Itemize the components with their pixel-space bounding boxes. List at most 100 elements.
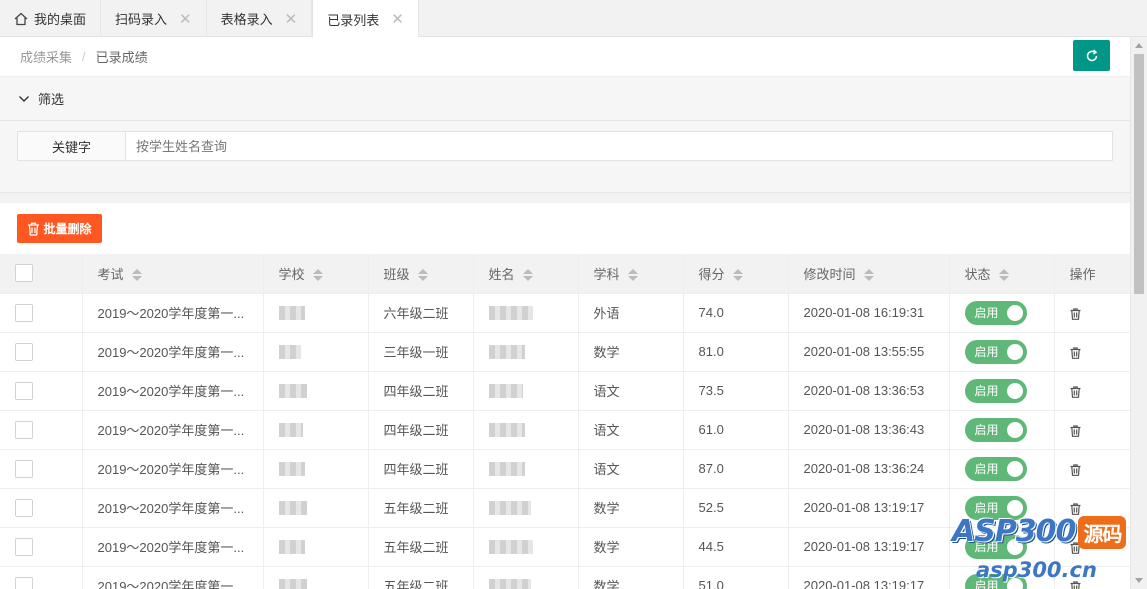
status-toggle[interactable]: 启用 xyxy=(964,339,1027,364)
column-header-score[interactable]: 得分 xyxy=(683,254,789,294)
redacted-name xyxy=(488,345,525,360)
sort-icon[interactable] xyxy=(312,269,323,282)
class-cell: 四年级二班 xyxy=(368,449,474,489)
column-header-subject[interactable]: 学科 xyxy=(578,254,684,294)
column-header-exam[interactable]: 考试 xyxy=(82,254,264,294)
delete-icon[interactable] xyxy=(1070,385,1081,398)
column-header-class[interactable]: 班级 xyxy=(368,254,474,294)
redacted-school xyxy=(278,345,301,360)
row-checkbox[interactable] xyxy=(15,420,33,439)
table-row[interactable]: 2019～2020学年度第一... 五年级二班 数学 51.0 2020-01-08 1… xyxy=(0,566,1131,589)
table-row[interactable]: 2019～2020学年度第一... 三年级一班 数学 81.0 2020-01-08 1… xyxy=(0,332,1131,372)
close-icon[interactable]: ✕ xyxy=(391,10,404,28)
filter-header[interactable]: 筛选 xyxy=(0,77,1130,121)
tab-my-desktop[interactable]: 我的桌面 xyxy=(0,0,102,37)
delete-icon[interactable] xyxy=(1070,307,1081,320)
watermark-badge: 源码 xyxy=(1078,516,1127,549)
exam-cell: 2019～2020学年度第一... xyxy=(82,293,264,333)
toggle-knob xyxy=(1006,460,1023,477)
row-checkbox[interactable] xyxy=(15,342,33,361)
keyword-search-input[interactable] xyxy=(126,131,1113,161)
close-icon[interactable]: ✕ xyxy=(179,10,192,28)
exam-cell: 2019～2020学年度第一... xyxy=(82,527,264,567)
class-cell: 六年级二班 xyxy=(368,293,474,333)
table-row[interactable]: 2019～2020学年度第一... 四年级二班 语文 73.5 2020-01-08 1… xyxy=(0,371,1131,411)
row-checkbox[interactable] xyxy=(15,498,33,517)
column-label: 状态 xyxy=(964,266,991,282)
keyword-row: 关键字 xyxy=(17,131,1113,161)
select-all-checkbox[interactable] xyxy=(15,264,33,283)
refresh-button[interactable] xyxy=(1073,40,1110,71)
breadcrumb: 成绩采集 / 已录成绩 xyxy=(0,37,1130,77)
actions-cell xyxy=(1054,449,1131,489)
delete-icon[interactable] xyxy=(1070,463,1081,476)
batch-delete-button[interactable]: 批量删除 xyxy=(17,214,102,243)
sort-icon[interactable] xyxy=(998,269,1009,282)
column-label: 学校 xyxy=(278,266,305,282)
redacted-name xyxy=(488,579,531,589)
redacted-school xyxy=(278,384,307,399)
exam-cell: 2019～2020学年度第一... xyxy=(82,410,264,450)
scrollbar-thumb[interactable] xyxy=(1134,54,1144,294)
column-label: 姓名 xyxy=(488,266,515,282)
subject-cell: 数学 xyxy=(578,566,684,589)
breadcrumb-parent[interactable]: 成绩采集 xyxy=(20,47,72,66)
toggle-knob xyxy=(1006,382,1023,399)
status-toggle[interactable]: 启用 xyxy=(964,456,1027,481)
toggle-knob xyxy=(1006,304,1023,321)
school-cell xyxy=(263,449,369,489)
close-icon[interactable]: ✕ xyxy=(285,10,298,28)
row-checkbox[interactable] xyxy=(15,537,33,556)
row-select-cell xyxy=(0,410,83,450)
sort-icon[interactable] xyxy=(417,269,428,282)
select-all-cell xyxy=(0,254,83,294)
sort-icon[interactable] xyxy=(627,269,638,282)
status-toggle[interactable]: 启用 xyxy=(964,378,1027,403)
delete-icon[interactable] xyxy=(1070,346,1081,359)
name-cell xyxy=(473,293,579,333)
tab-scan-entry[interactable]: 扫码录入 ✕ xyxy=(101,0,207,37)
class-cell: 四年级二班 xyxy=(368,410,474,450)
row-checkbox[interactable] xyxy=(15,576,33,589)
main-content: 筛选 关键字 批量删除 考试 学校 班级 姓名 学科 xyxy=(0,77,1131,589)
sort-icon[interactable] xyxy=(863,269,874,282)
refresh-icon xyxy=(1086,48,1097,61)
table-row[interactable]: 2019～2020学年度第一... 四年级二班 语文 87.0 2020-01-08 1… xyxy=(0,449,1131,489)
sort-icon[interactable] xyxy=(131,269,142,282)
column-header-school[interactable]: 学校 xyxy=(263,254,369,294)
name-cell xyxy=(473,410,579,450)
vertical-scrollbar[interactable] xyxy=(1130,37,1147,589)
row-checkbox[interactable] xyxy=(15,459,33,478)
scroll-up-arrow[interactable] xyxy=(1135,43,1143,48)
row-checkbox[interactable] xyxy=(15,381,33,400)
class-cell: 四年级二班 xyxy=(368,371,474,411)
table-row[interactable]: 2019～2020学年度第一... 四年级二班 语文 61.0 2020-01-08 1… xyxy=(0,410,1131,450)
sort-icon[interactable] xyxy=(732,269,743,282)
class-cell: 五年级二班 xyxy=(368,488,474,528)
column-header-status[interactable]: 状态 xyxy=(949,254,1055,294)
filter-title: 筛选 xyxy=(38,92,65,107)
sort-icon[interactable] xyxy=(522,269,533,282)
column-header-name[interactable]: 姓名 xyxy=(473,254,579,294)
status-toggle[interactable]: 启用 xyxy=(964,300,1027,325)
actions-cell xyxy=(1054,332,1131,372)
column-label: 修改时间 xyxy=(803,266,856,282)
tab-entered-list[interactable]: 已录列表 ✕ xyxy=(312,0,419,38)
modified-time-cell: 2020-01-08 13:55:55 xyxy=(788,332,950,372)
score-cell: 87.0 xyxy=(683,449,789,489)
name-cell xyxy=(473,332,579,372)
tab-table-entry[interactable]: 表格录入 ✕ xyxy=(207,0,313,37)
redacted-school xyxy=(278,579,307,589)
delete-icon[interactable] xyxy=(1070,502,1081,515)
row-select-cell xyxy=(0,488,83,528)
subject-cell: 数学 xyxy=(578,488,684,528)
status-toggle[interactable]: 启用 xyxy=(964,417,1027,442)
scroll-down-arrow[interactable] xyxy=(1135,578,1143,583)
column-header-modified-time[interactable]: 修改时间 xyxy=(788,254,950,294)
score-cell: 52.5 xyxy=(683,488,789,528)
delete-icon[interactable] xyxy=(1070,424,1081,437)
row-checkbox[interactable] xyxy=(15,303,33,322)
status-toggle-label: 启用 xyxy=(974,345,999,359)
column-label: 操作 xyxy=(1069,266,1096,282)
table-row[interactable]: 2019～2020学年度第一... 六年级二班 外语 74.0 2020-01-08 1… xyxy=(0,293,1131,333)
